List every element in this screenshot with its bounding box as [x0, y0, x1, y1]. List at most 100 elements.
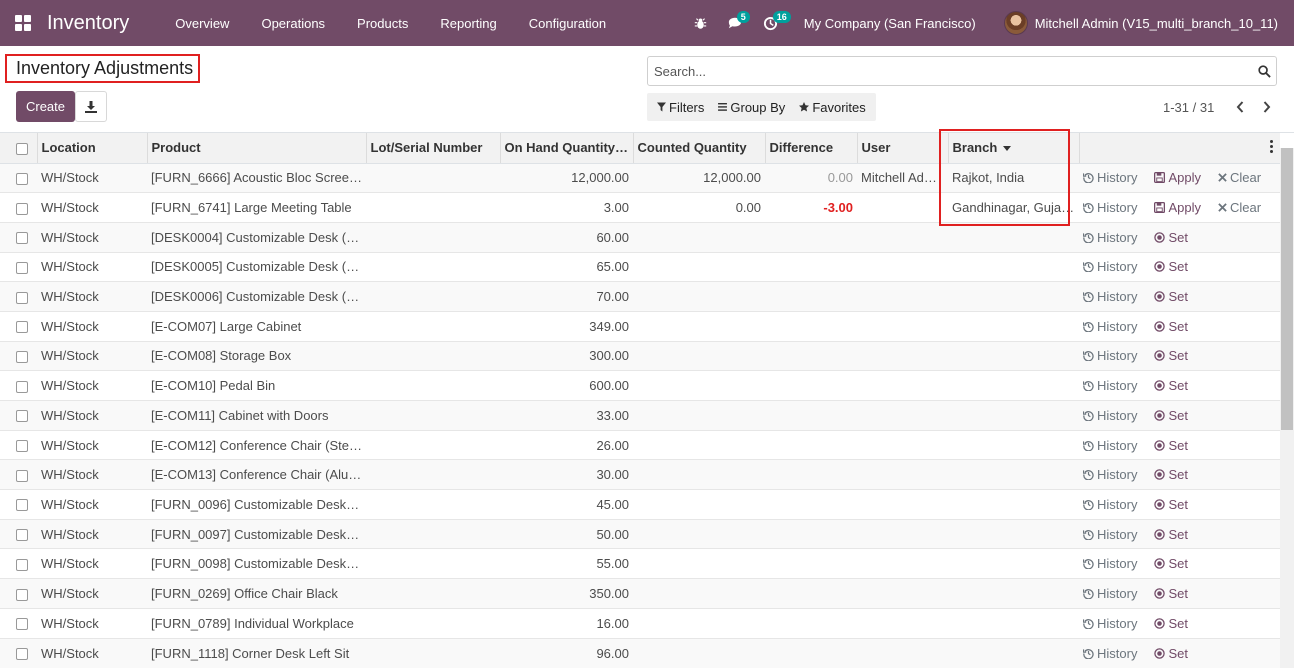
pager-value[interactable]: 1-31 / 31 — [1163, 100, 1214, 115]
row-checkbox[interactable] — [16, 172, 28, 185]
row-checkbox[interactable] — [16, 499, 28, 512]
row-select[interactable] — [0, 637, 37, 668]
set-button[interactable]: Set — [1154, 259, 1188, 274]
row-select[interactable] — [0, 607, 37, 638]
pager-previous-icon[interactable] — [1226, 98, 1253, 116]
history-button[interactable]: History — [1083, 556, 1137, 571]
col-lot[interactable]: Lot/Serial Number — [365, 133, 500, 164]
set-button[interactable]: Set — [1154, 586, 1188, 601]
menu-configuration[interactable]: Configuration — [513, 0, 622, 46]
app-brand[interactable]: Inventory — [47, 12, 129, 35]
row-select[interactable] — [0, 400, 37, 431]
table-row[interactable]: WH/Stock [FURN_6741] Large Meeting Table 3… — [0, 192, 1280, 223]
history-button[interactable]: History — [1083, 319, 1137, 334]
row-select[interactable] — [0, 192, 37, 223]
cell-counted[interactable] — [633, 578, 765, 609]
menu-reporting[interactable]: Reporting — [424, 0, 512, 46]
cell-counted[interactable] — [633, 637, 765, 668]
activities-clock-icon[interactable]: 16 — [753, 0, 791, 46]
cell-counted[interactable] — [633, 400, 765, 431]
set-button[interactable]: Set — [1154, 378, 1188, 393]
col-branch[interactable]: Branch — [947, 133, 1079, 164]
row-checkbox[interactable] — [16, 351, 28, 364]
cell-counted[interactable] — [633, 548, 765, 579]
set-button[interactable]: Set — [1154, 467, 1188, 482]
set-button[interactable]: Set — [1154, 556, 1188, 571]
cell-counted[interactable] — [633, 489, 765, 520]
export-download-button[interactable] — [75, 91, 107, 122]
history-button[interactable]: History — [1083, 170, 1137, 185]
row-checkbox[interactable] — [16, 321, 28, 334]
set-button[interactable]: Set — [1154, 616, 1188, 631]
row-checkbox[interactable] — [16, 648, 28, 661]
col-counted[interactable]: Counted Quantity — [632, 133, 765, 164]
cell-counted[interactable] — [633, 459, 765, 490]
history-button[interactable]: History — [1083, 408, 1137, 423]
cell-counted[interactable] — [633, 310, 765, 342]
clear-button[interactable]: Clear — [1218, 200, 1261, 215]
table-row[interactable]: WH/Stock [E-COM11] Cabinet with Doors 33.0… — [0, 400, 1280, 431]
user-menu[interactable]: Mitchell Admin (V15_multi_branch_10_11) — [1003, 11, 1278, 35]
row-select[interactable] — [0, 281, 37, 312]
filters-button[interactable]: Filters — [650, 93, 711, 121]
history-button[interactable]: History — [1083, 378, 1137, 393]
row-checkbox[interactable] — [16, 558, 28, 571]
row-checkbox[interactable] — [16, 618, 28, 631]
history-button[interactable]: History — [1083, 527, 1137, 542]
table-row[interactable]: WH/Stock [E-COM07] Large Cabinet 349.00 His… — [0, 310, 1280, 342]
table-row[interactable]: WH/Stock [FURN_0269] Office Chair Black 35… — [0, 578, 1280, 609]
row-select[interactable] — [0, 578, 37, 609]
set-button[interactable]: Set — [1154, 438, 1188, 453]
row-checkbox[interactable] — [16, 440, 28, 453]
row-checkbox[interactable] — [16, 380, 28, 393]
debug-bug-icon[interactable] — [684, 0, 717, 46]
table-row[interactable]: WH/Stock [DESK0004] Customizable Desk (St… — [0, 221, 1280, 253]
history-button[interactable]: History — [1083, 616, 1137, 631]
cell-counted[interactable]: 12,000.00 — [633, 162, 765, 193]
row-checkbox[interactable] — [16, 588, 28, 601]
cell-counted[interactable] — [633, 429, 765, 460]
row-select[interactable] — [0, 459, 37, 490]
history-button[interactable]: History — [1083, 348, 1137, 363]
row-select[interactable] — [0, 489, 37, 520]
set-button[interactable]: Set — [1154, 646, 1188, 661]
menu-overview[interactable]: Overview — [159, 0, 245, 46]
cell-counted[interactable] — [633, 221, 765, 253]
table-row[interactable]: WH/Stock [FURN_0098] Customizable Desk (C… — [0, 548, 1280, 579]
cell-counted[interactable]: 0.00 — [633, 192, 765, 223]
col-user[interactable]: User — [856, 133, 948, 164]
clear-button[interactable]: Clear — [1218, 170, 1261, 185]
table-row[interactable]: WH/Stock [FURN_0097] Customizable Desk (S… — [0, 518, 1280, 549]
cell-counted[interactable] — [633, 340, 765, 371]
menu-operations[interactable]: Operations — [245, 0, 341, 46]
cell-counted[interactable] — [633, 607, 765, 638]
cell-counted[interactable] — [633, 251, 765, 282]
col-location[interactable]: Location — [36, 133, 147, 164]
create-button[interactable]: Create — [16, 91, 75, 122]
menu-products[interactable]: Products — [341, 0, 424, 46]
row-checkbox[interactable] — [16, 202, 28, 215]
set-button[interactable]: Set — [1154, 348, 1188, 363]
table-row[interactable]: WH/Stock [E-COM12] Conference Chair (Stee… — [0, 429, 1280, 460]
set-button[interactable]: Set — [1154, 230, 1188, 245]
table-row[interactable]: WH/Stock [E-COM10] Pedal Bin 600.00 History… — [0, 370, 1280, 401]
history-button[interactable]: History — [1083, 289, 1137, 304]
set-button[interactable]: Set — [1154, 497, 1188, 512]
search-input[interactable] — [654, 63, 1252, 79]
row-select[interactable] — [0, 370, 37, 401]
row-select[interactable] — [0, 221, 37, 253]
select-all-header[interactable] — [0, 133, 37, 164]
history-button[interactable]: History — [1083, 230, 1137, 245]
row-checkbox[interactable] — [16, 291, 28, 304]
history-button[interactable]: History — [1083, 200, 1137, 215]
row-checkbox[interactable] — [16, 469, 28, 482]
row-checkbox[interactable] — [16, 232, 28, 245]
search-icon[interactable] — [1252, 64, 1276, 78]
messages-icon[interactable]: 5 — [717, 0, 753, 46]
table-row[interactable]: WH/Stock [DESK0006] Customizable Desk (Cu… — [0, 281, 1280, 312]
table-row[interactable]: WH/Stock [FURN_1118] Corner Desk Left Sit… — [0, 637, 1280, 668]
row-select[interactable] — [0, 548, 37, 579]
scroll-thumb[interactable] — [1281, 148, 1293, 430]
row-select[interactable] — [0, 518, 37, 549]
row-checkbox[interactable] — [16, 529, 28, 542]
